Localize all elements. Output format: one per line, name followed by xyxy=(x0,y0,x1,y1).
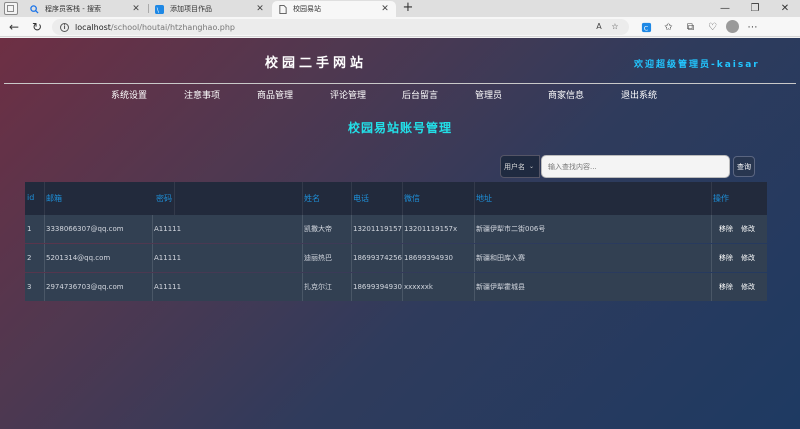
extension-icon[interactable]: C xyxy=(638,19,655,35)
main-nav: 系统设置 注意事项 商品管理 评论管理 后台留言 管理员 商家信息 退出系统 xyxy=(0,88,800,102)
info-icon[interactable]: i xyxy=(60,22,69,32)
more-menu-icon[interactable]: ⋯ xyxy=(744,19,761,35)
window-close-icon[interactable]: ✕ xyxy=(770,0,800,17)
profile-avatar[interactable] xyxy=(726,20,739,33)
reload-icon[interactable]: ↻ xyxy=(29,19,45,35)
add-favorite-icon[interactable]: ☆ xyxy=(610,22,620,32)
site-logo-icon: \ xyxy=(155,4,164,14)
table-row: 2 5201314@qq.com A11111 迪丽热巴 18699374256… xyxy=(25,244,767,272)
close-icon[interactable]: ✕ xyxy=(255,4,265,14)
column-header-password: 密码 xyxy=(156,194,172,203)
page-icon xyxy=(278,4,287,14)
toolbar-extensions: C ✩ ⧉ ♡ ⋯ xyxy=(638,19,761,35)
page-viewport: 校园二手网站 欢迎超级管理员-kaisar 系统设置 注意事项 商品管理 评论管… xyxy=(0,38,800,429)
search-icon xyxy=(30,4,39,14)
read-aloud-icon[interactable]: A xyxy=(594,22,604,32)
edit-button[interactable]: 修改 xyxy=(741,215,755,243)
table-row: 3 2974736703@qq.com A11111 扎克尔江 18699394… xyxy=(25,273,767,301)
column-header-phone: 电话 xyxy=(353,194,369,203)
remove-button[interactable]: 移除 xyxy=(719,215,733,243)
browser-tab-campus-site[interactable]: 校园易站 ✕ xyxy=(272,1,396,17)
search-button[interactable]: 查询 xyxy=(733,156,755,177)
chevron-down-icon: ⌄ xyxy=(529,163,535,170)
back-arrow-icon[interactable]: ← xyxy=(6,19,22,35)
edit-button[interactable]: 修改 xyxy=(741,244,755,272)
maximize-icon[interactable]: ❐ xyxy=(740,0,770,17)
column-header-id: id xyxy=(27,193,35,202)
nav-item-merchant-info[interactable]: 商家信息 xyxy=(548,88,584,101)
nav-item-comment-management[interactable]: 评论管理 xyxy=(330,88,366,101)
nav-item-logout[interactable]: 退出系统 xyxy=(621,88,657,101)
column-header-wechat: 微信 xyxy=(404,194,420,203)
remove-button[interactable]: 移除 xyxy=(719,273,733,301)
collections-icon[interactable]: ⧉ xyxy=(682,19,699,35)
column-header-email: 邮箱 xyxy=(46,194,62,203)
svg-text:C: C xyxy=(644,24,649,32)
close-icon[interactable]: ✕ xyxy=(380,4,390,14)
column-header-actions: 操作 xyxy=(713,194,729,203)
search-input[interactable] xyxy=(541,155,730,178)
table-header: id 邮箱 密码 姓名 电话 微信 地址 操作 xyxy=(25,182,767,215)
browser-essentials-icon[interactable]: ♡ xyxy=(704,19,721,35)
minimize-icon[interactable]: — xyxy=(710,0,740,17)
close-icon[interactable]: ✕ xyxy=(131,4,141,14)
welcome-message: 欢迎超级管理员-kaisar xyxy=(634,60,760,70)
site-title: 校园二手网站 xyxy=(265,56,368,71)
address-bar-actions: A ☆ xyxy=(594,22,620,32)
table-row: 1 3338066307@qq.com A11111 凯撒大帝 13201119… xyxy=(25,215,767,243)
favorites-icon[interactable]: ✩ xyxy=(660,19,677,35)
remove-button[interactable]: 移除 xyxy=(719,244,733,272)
nav-item-notes[interactable]: 注意事项 xyxy=(184,88,220,101)
column-header-address: 地址 xyxy=(476,194,492,203)
browser-tab-search[interactable]: 程序员客栈 - 搜索 ✕ xyxy=(24,1,147,17)
page-title: 校园易站账号管理 xyxy=(347,121,452,135)
tab-actions-icon[interactable] xyxy=(4,2,18,15)
header-divider xyxy=(4,83,796,84)
accounts-table: id 邮箱 密码 姓名 电话 微信 地址 操作 1 3338066307@qq.… xyxy=(25,182,767,301)
nav-item-goods-management[interactable]: 商品管理 xyxy=(257,88,293,101)
browser-tab-add-project[interactable]: \ 添加项目作品 ✕ xyxy=(149,1,271,17)
address-bar[interactable]: i localhost/school/houtai/htzhanghao.php… xyxy=(52,19,629,35)
nav-item-system-settings[interactable]: 系统设置 xyxy=(111,88,147,101)
nav-item-admin-messages[interactable]: 后台留言 xyxy=(402,88,438,101)
column-header-name: 姓名 xyxy=(304,194,320,203)
browser-toolbar: ← ↻ i localhost/school/houtai/htzhanghao… xyxy=(0,17,800,37)
search-field-select[interactable]: 用户名 ⌄ xyxy=(500,155,540,178)
browser-tab-strip: 程序员客栈 - 搜索 ✕ \ 添加项目作品 ✕ 校园易站 ✕ + — ❐ ✕ xyxy=(0,0,800,17)
window-controls: — ❐ ✕ xyxy=(710,0,800,17)
new-tab-plus-icon[interactable]: + xyxy=(400,1,416,16)
edit-button[interactable]: 修改 xyxy=(741,273,755,301)
nav-item-administrators[interactable]: 管理员 xyxy=(475,88,502,101)
